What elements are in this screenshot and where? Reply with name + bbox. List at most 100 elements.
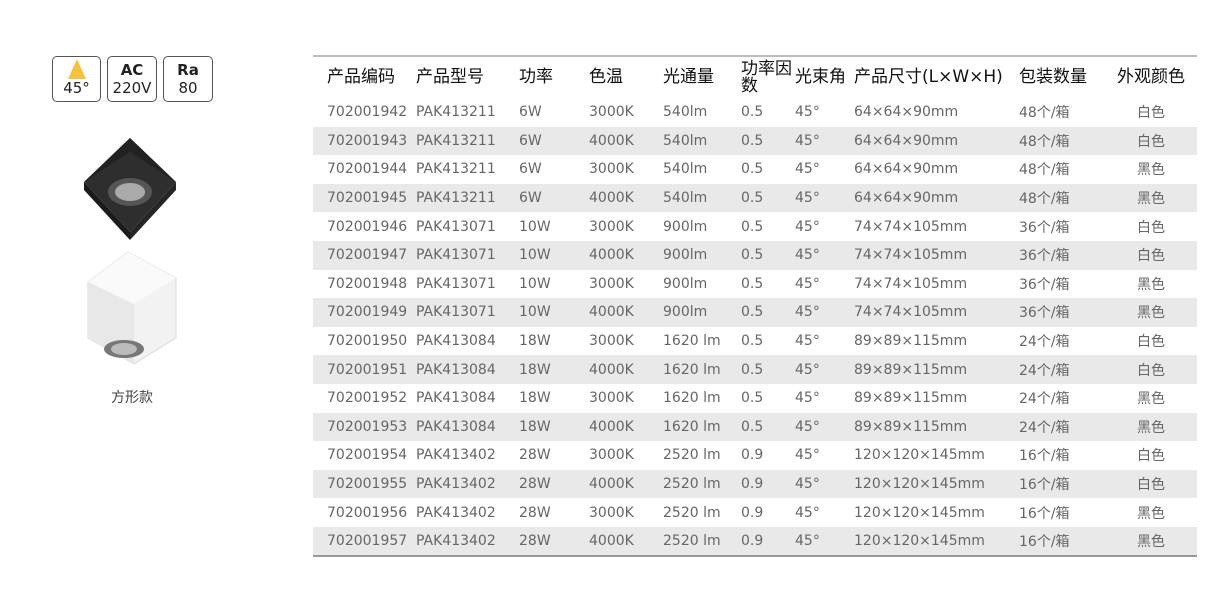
cell-power-factor: 0.9 [741, 504, 764, 521]
cell-size: 120×120×145mm [854, 476, 985, 493]
cell-lumen: 2520 lm [663, 504, 721, 521]
table-row: 702001949 PAK413071 10W 4000K 900lm 0.5 45° 74×… [313, 298, 1197, 327]
cell-cct: 3000K [589, 161, 634, 178]
cell-model: PAK413071 [416, 275, 496, 292]
cell-size: 89×89×115mm [854, 361, 968, 378]
cell-cct: 3000K [589, 104, 634, 121]
cell-size: 120×120×145mm [854, 447, 985, 464]
cell-power-factor: 0.9 [741, 476, 764, 493]
header-package: 包装数量 [1019, 67, 1087, 87]
cell-size: 64×64×90mm [854, 132, 959, 149]
cell-color: 白色 [1137, 334, 1165, 351]
cell-package: 36个/箱 [1019, 219, 1070, 236]
cell-power-factor: 0.9 [741, 532, 764, 549]
cell-model: PAK413402 [416, 532, 496, 549]
cell-beam-angle: 45° [795, 132, 820, 149]
black-downlight-image [84, 138, 176, 240]
table-header-row: 产品编码 产品型号 功率 色温 光通量 功率因数 光束角 产品尺寸(L×W×H)… [313, 56, 1197, 98]
header-code: 产品编码 [327, 67, 395, 87]
voltage-type: AC [120, 61, 144, 79]
cell-power: 10W [519, 275, 551, 292]
cell-power-factor: 0.5 [741, 275, 764, 292]
cell-package: 48个/箱 [1019, 105, 1070, 122]
cell-model: PAK413084 [416, 361, 496, 378]
cell-color: 白色 [1137, 477, 1165, 494]
product-image [84, 138, 177, 365]
cell-beam-angle: 45° [795, 447, 820, 464]
cell-power-factor: 0.9 [741, 447, 764, 464]
cell-cct: 4000K [589, 476, 634, 493]
ra-badge: Ra 80 [163, 56, 213, 102]
cell-color: 白色 [1137, 362, 1165, 379]
cell-beam-angle: 45° [795, 361, 820, 378]
white-downlight-image [87, 251, 177, 365]
header-power: 功率 [519, 67, 553, 87]
cell-package: 48个/箱 [1019, 162, 1070, 179]
cell-size: 74×74×105mm [854, 304, 968, 321]
cell-model: PAK413084 [416, 390, 496, 407]
cell-size: 120×120×145mm [854, 532, 985, 549]
spec-table-container: 产品编码 产品型号 功率 色温 光通量 功率因数 光束角 产品尺寸(L×W×H)… [313, 55, 1197, 557]
cell-model: PAK413402 [416, 476, 496, 493]
table-row: 702001954 PAK413402 28W 3000K 2520 lm 0.9 45° 1… [313, 441, 1197, 470]
cell-power-factor: 0.5 [741, 104, 764, 121]
cell-color: 白色 [1137, 448, 1165, 465]
cell-code: 702001952 [327, 390, 408, 407]
table-row: 702001956 PAK413402 28W 3000K 2520 lm 0.9 45° 1… [313, 498, 1197, 527]
header-size: 产品尺寸(L×W×H) [854, 67, 1003, 87]
spec-table: 产品编码 产品型号 功率 色温 光通量 功率因数 光束角 产品尺寸(L×W×H)… [313, 55, 1197, 557]
cell-power-factor: 0.5 [741, 304, 764, 321]
table-row: 702001945 PAK413211 6W 4000K 540lm 0.5 45° 64×6… [313, 183, 1197, 213]
cell-beam-angle: 45° [795, 532, 820, 549]
cell-code: 702001955 [327, 476, 408, 493]
cell-cct: 4000K [589, 190, 634, 207]
cell-power: 28W [519, 532, 551, 549]
ra-value: 80 [178, 79, 198, 97]
cell-power-factor: 0.5 [741, 190, 764, 207]
table-row: 702001944 PAK413211 6W 3000K 540lm 0.5 45° 64×6… [313, 155, 1197, 184]
cell-power-factor: 0.5 [741, 333, 764, 350]
cell-beam-angle: 45° [795, 104, 820, 121]
cell-cct: 3000K [589, 218, 634, 235]
cell-model: PAK413402 [416, 447, 496, 464]
cell-code: 702001953 [327, 418, 408, 435]
cell-code: 702001954 [327, 447, 408, 464]
cell-lumen: 1620 lm [663, 418, 721, 435]
cell-lumen: 1620 lm [663, 390, 721, 407]
cell-color: 白色 [1137, 248, 1165, 265]
cell-package: 24个/箱 [1019, 362, 1070, 379]
cell-code: 702001948 [327, 275, 408, 292]
cell-power: 28W [519, 476, 551, 493]
cell-package: 36个/箱 [1019, 305, 1070, 322]
spec-badges: 45° AC 220V Ra 80 [52, 56, 213, 102]
voltage-badge: AC 220V [107, 56, 157, 102]
cell-beam-angle: 45° [795, 504, 820, 521]
header-cct: 色温 [589, 67, 623, 87]
cell-beam-angle: 45° [795, 304, 820, 321]
cell-beam-angle: 45° [795, 275, 820, 292]
cell-lumen: 900lm [663, 247, 708, 264]
cell-color: 白色 [1137, 219, 1165, 236]
cell-beam-angle: 45° [795, 476, 820, 493]
cell-cct: 3000K [589, 390, 634, 407]
cell-lumen: 540lm [663, 104, 708, 121]
beam-angle-badge: 45° [52, 56, 101, 102]
cell-package: 24个/箱 [1019, 419, 1070, 436]
cell-beam-angle: 45° [795, 218, 820, 235]
table-row: 702001953 PAK413084 18W 4000K 1620 lm 0.5 45° 8… [313, 412, 1197, 442]
table-row: 702001951 PAK413084 18W 4000K 1620 lm 0.5 45° 8… [313, 355, 1197, 384]
beam-angle-icon [67, 59, 86, 79]
cell-color: 黑色 [1137, 305, 1165, 322]
cell-color: 黑色 [1137, 276, 1165, 293]
cell-model: PAK413071 [416, 218, 496, 235]
cell-cct: 4000K [589, 418, 634, 435]
cell-size: 74×74×105mm [854, 247, 968, 264]
cell-package: 36个/箱 [1019, 276, 1070, 293]
cell-power: 6W [519, 161, 542, 178]
cell-code: 702001944 [327, 161, 408, 178]
cell-color: 白色 [1137, 105, 1165, 122]
table-row: 702001948 PAK413071 10W 3000K 900lm 0.5 45° 74×… [313, 269, 1197, 299]
cell-size: 89×89×115mm [854, 418, 968, 435]
cell-power: 18W [519, 361, 551, 378]
header-power-factor: 功率因数 [741, 58, 792, 96]
